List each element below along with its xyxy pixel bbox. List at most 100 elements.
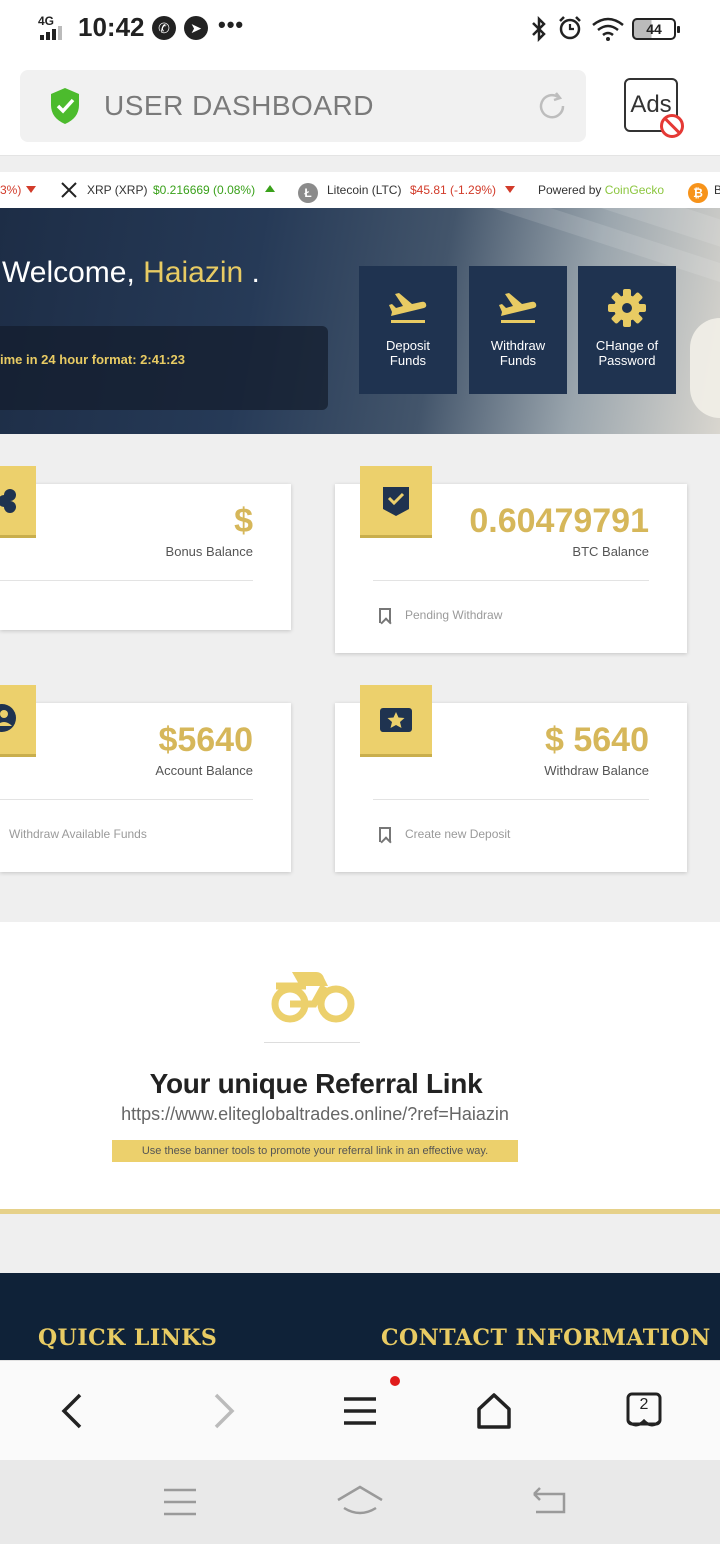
- bluetooth-icon: [532, 16, 546, 42]
- page-title: USER DASHBOARD: [104, 90, 374, 121]
- referral-title: Your unique Referral Link: [149, 1068, 483, 1099]
- withdraw-balance-card: $ 5640 Withdraw Balance Create new Depos…: [335, 685, 687, 872]
- badge-check-icon: [383, 486, 409, 516]
- create-new-deposit-link[interactable]: Create new Deposit: [405, 827, 510, 841]
- plane-takeoff-icon: [389, 293, 427, 323]
- welcome-hero: Welcome, Haiazin . ime in 24 hour format…: [0, 208, 720, 434]
- ticker-next-partial: B: [714, 183, 720, 197]
- block-icon: [660, 114, 684, 138]
- withdraw-label-1: Withdraw: [490, 338, 546, 353]
- xrp-logo-icon: [61, 182, 77, 198]
- withdraw-caption: Withdraw Balance: [544, 763, 649, 778]
- whatsapp-icon: ✆: [152, 16, 176, 40]
- up-arrow-icon: [265, 185, 275, 192]
- referral-section: Your unique Referral Link https://www.el…: [0, 922, 720, 1214]
- btc-caption: BTC Balance: [572, 544, 649, 559]
- deposit-funds-button[interactable]: Deposit Funds: [359, 266, 457, 394]
- contact-information-heading: CONTACT INFORMATION: [381, 1325, 711, 1351]
- motorcycle-icon: [271, 972, 355, 1023]
- bitcoin-logo-icon: ₿: [688, 183, 708, 203]
- browser-toolbar: USER DASHBOARD Ads: [0, 58, 720, 156]
- account-amount: $5640: [158, 721, 253, 759]
- notification-dot: [390, 1376, 400, 1386]
- quick-links-heading: QUICK LINKS: [38, 1325, 218, 1351]
- password-label-2: Password: [598, 353, 656, 368]
- back-icon[interactable]: [50, 1389, 94, 1433]
- tab-count: 2: [639, 1396, 649, 1413]
- powered-by-text[interactable]: Powered by CoinGecko: [538, 183, 664, 197]
- referral-note: Use these banner tools to promote your r…: [112, 1140, 518, 1162]
- welcome-prefix: Welcome,: [2, 256, 144, 289]
- withdraw-label-2: Funds: [499, 353, 537, 368]
- card-badge: [360, 685, 432, 757]
- withdraw-amount: $ 5640: [545, 721, 649, 759]
- change-password-button[interactable]: CHange of Password: [578, 266, 676, 394]
- bonus-amount: $: [234, 502, 253, 540]
- bonus-caption: Bonus Balance: [165, 544, 253, 559]
- ticker-xrp-price: $0.216669 (0.08%): [153, 183, 256, 197]
- alarm-icon: [559, 16, 581, 40]
- down-arrow-icon: [26, 186, 36, 193]
- wifi-icon: [592, 17, 624, 41]
- system-back-icon[interactable]: [530, 1486, 568, 1518]
- referral-url[interactable]: https://www.eliteglobaltrades.online/?re…: [0, 1104, 630, 1125]
- browser-bottom-bar: 2: [0, 1360, 720, 1460]
- recent-apps-icon[interactable]: [162, 1486, 198, 1518]
- btc-balance-card: 0.60479791 BTC Balance Pending Withdraw: [335, 466, 687, 653]
- forward-icon[interactable]: [202, 1389, 246, 1433]
- user-chat-icon: [0, 703, 16, 732]
- lamp-decoration: [690, 318, 720, 418]
- litecoin-logo-icon: Ł: [298, 183, 318, 203]
- welcome-suffix: .: [243, 256, 260, 289]
- welcome-heading: Welcome, Haiazin .: [2, 256, 260, 290]
- system-navigation-bar: [0, 1460, 720, 1544]
- btc-amount: 0.60479791: [469, 502, 649, 540]
- battery-indicator: 44: [632, 18, 680, 40]
- plane-takeoff-icon: [499, 293, 537, 323]
- deposit-label-2: Funds: [389, 353, 427, 368]
- divider: [373, 580, 649, 581]
- address-bar[interactable]: USER DASHBOARD: [20, 70, 586, 142]
- ads-label: Ads: [630, 91, 672, 118]
- clock: 10:42: [78, 12, 145, 42]
- home-icon[interactable]: [472, 1389, 516, 1433]
- time-display: ime in 24 hour format: 2:41:23: [0, 326, 328, 410]
- ad-block-button[interactable]: Ads: [624, 78, 684, 138]
- ticker-xrp-name: XRP (XRP): [87, 183, 148, 197]
- gear-icon: [608, 289, 646, 327]
- ticker-ltc-name: Litecoin (LTC): [327, 183, 402, 197]
- messenger-icon: ➤: [184, 16, 208, 40]
- menu-icon[interactable]: [338, 1389, 382, 1433]
- ticker-ltc-price: $45.81 (-1.29%): [410, 183, 497, 197]
- card-badge: [360, 466, 432, 538]
- divider: [373, 799, 649, 800]
- divider: [0, 799, 253, 800]
- pending-withdraw-link[interactable]: Pending Withdraw: [405, 608, 502, 622]
- down-arrow-icon: [505, 186, 515, 193]
- signal-icon: [40, 26, 68, 40]
- deposit-label-1: Deposit: [385, 338, 431, 353]
- account-caption: Account Balance: [155, 763, 253, 778]
- bookmark-icon: [379, 827, 391, 842]
- withdraw-funds-button[interactable]: Withdraw Funds: [469, 266, 567, 394]
- withdraw-available-funds-link[interactable]: Withdraw Available Funds: [9, 827, 147, 841]
- account-balance-card: $5640 Account Balance Withdraw Available…: [0, 685, 291, 872]
- system-home-icon[interactable]: [336, 1484, 384, 1518]
- username: Haiazin: [143, 256, 244, 289]
- reload-icon[interactable]: [536, 90, 568, 122]
- site-footer: QUICK LINKS CONTACT INFORMATION: [0, 1273, 720, 1361]
- shield-check-icon: [51, 88, 79, 124]
- ticket-star-icon: [380, 707, 412, 732]
- powered-prefix: Powered by: [538, 183, 605, 197]
- bookmark-icon: [379, 608, 391, 623]
- flower-icon: [0, 488, 16, 513]
- card-badge: [0, 685, 36, 757]
- status-bar: 4G 10:42 ✆ ➤ ••• 44: [0, 0, 720, 58]
- card-badge: [0, 466, 36, 538]
- tabs-button[interactable]: 2: [622, 1389, 666, 1433]
- password-label-1: CHange of: [595, 338, 659, 353]
- coingecko-link[interactable]: CoinGecko: [605, 183, 664, 197]
- crypto-ticker[interactable]: 3%) XRP (XRP) $0.216669 (0.08%) Ł Liteco…: [0, 172, 720, 208]
- ticker-partial-change: 3%): [0, 183, 22, 197]
- more-notifications-icon: •••: [218, 12, 245, 37]
